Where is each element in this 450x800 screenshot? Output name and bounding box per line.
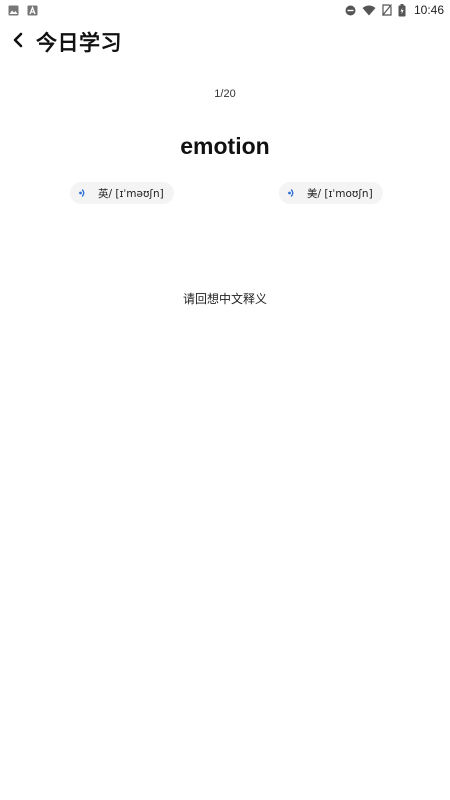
vocabulary-word: emotion	[180, 133, 270, 159]
us-pronunciation-label: 美/ [ɪˈmoʊʃn]	[307, 187, 373, 200]
speaker-icon	[285, 186, 299, 200]
do-not-disturb-icon	[345, 5, 356, 16]
wifi-icon	[362, 5, 376, 16]
status-bar-right: 10:46	[345, 3, 444, 17]
uk-pronunciation-button[interactable]: 英/ [ɪˈməʊʃn]	[70, 182, 174, 204]
status-bar: 10:46	[0, 0, 450, 20]
speaker-icon	[76, 186, 90, 200]
no-sim-icon	[382, 4, 392, 16]
study-screen: 10:46 今日学习 1/20 emotion 英/ [ɪˈməʊʃn] 美/ …	[0, 0, 450, 800]
status-time: 10:46	[413, 3, 444, 17]
recall-meaning-hint[interactable]: 请回想中文释义	[0, 290, 450, 307]
us-pronunciation-button[interactable]: 美/ [ɪˈmoʊʃn]	[279, 182, 383, 204]
text-a-icon	[27, 5, 38, 16]
image-icon	[8, 5, 19, 16]
back-button[interactable]	[0, 22, 36, 62]
app-bar: 今日学习	[0, 22, 450, 62]
page-title: 今日学习	[36, 31, 122, 55]
battery-icon	[398, 3, 406, 17]
progress-counter: 1/20	[214, 88, 236, 100]
status-bar-left	[8, 5, 38, 16]
chevron-left-icon	[11, 32, 25, 52]
uk-pronunciation-label: 英/ [ɪˈməʊʃn]	[98, 187, 164, 200]
